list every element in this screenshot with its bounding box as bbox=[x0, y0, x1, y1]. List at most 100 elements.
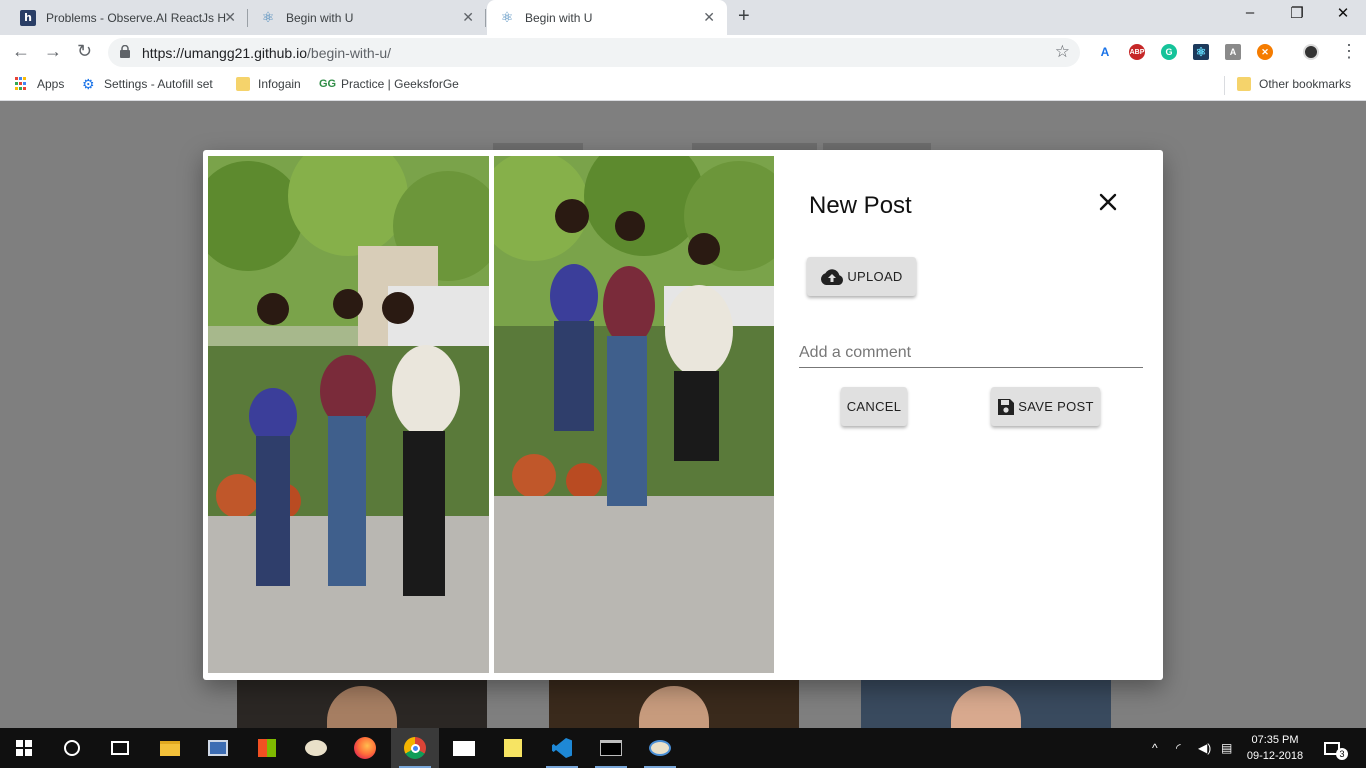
taskbar-vscode[interactable] bbox=[538, 728, 586, 768]
restore-button[interactable]: ❐ bbox=[1287, 4, 1307, 22]
terminal-icon bbox=[600, 740, 622, 756]
taskbar-paint-app[interactable] bbox=[636, 728, 684, 768]
grammarly-icon[interactable]: G bbox=[1161, 44, 1177, 60]
bookmark-label: Practice | GeeksforGe bbox=[341, 77, 459, 91]
vscode-icon bbox=[552, 738, 572, 758]
taskbar-store[interactable] bbox=[243, 728, 291, 768]
close-icon[interactable] bbox=[1098, 192, 1118, 212]
address-bar[interactable]: https://umangg21.github.io/begin-with-u/… bbox=[108, 38, 1080, 67]
close-tab-icon[interactable]: ✕ bbox=[224, 9, 236, 26]
reload-button[interactable]: ↻ bbox=[77, 41, 92, 62]
tab-observe-ai[interactable]: h Problems - Observe.AI ReactJs H ✕ bbox=[8, 0, 248, 35]
background-profile-card bbox=[861, 680, 1111, 728]
bookmark-star-icon[interactable]: ☆ bbox=[1055, 42, 1070, 62]
comment-input[interactable] bbox=[799, 338, 1143, 368]
bookmarks-bar: Apps ⚙ Settings - Autofill set Infogain … bbox=[0, 70, 1366, 101]
bookmark-label: Infogain bbox=[258, 77, 301, 91]
upload-label: UPLOAD bbox=[847, 269, 903, 284]
taskbar-sticky-notes[interactable] bbox=[489, 728, 537, 768]
close-tab-icon[interactable]: ✕ bbox=[462, 9, 474, 26]
bookmark-apps[interactable]: Apps bbox=[15, 77, 64, 91]
save-post-button[interactable]: SAVE POST bbox=[991, 387, 1100, 426]
apps-grid-icon bbox=[15, 77, 29, 91]
system-clock[interactable]: 07:35 PM 09-12-2018 bbox=[1240, 732, 1310, 764]
tab-begin-with-u[interactable]: ⚛ Begin with U ✕ bbox=[248, 0, 486, 35]
clock-date: 09-12-2018 bbox=[1246, 750, 1304, 762]
close-window-button[interactable]: ✕ bbox=[1333, 4, 1353, 22]
firefox-icon bbox=[354, 737, 376, 759]
volume-icon[interactable]: ◀) bbox=[1198, 728, 1211, 768]
folder-icon bbox=[236, 77, 250, 91]
search-button[interactable] bbox=[48, 728, 96, 768]
taskbar-app-remote[interactable] bbox=[194, 728, 242, 768]
background-profile-card bbox=[549, 680, 799, 728]
bookmark-label: Other bookmarks bbox=[1259, 77, 1352, 91]
tab-title: Begin with U bbox=[525, 10, 593, 25]
action-center-button[interactable]: 3 bbox=[1324, 728, 1348, 768]
profile-avatar[interactable] bbox=[1303, 44, 1319, 60]
url-text: https://umangg21.github.io/begin-with-u/ bbox=[142, 45, 391, 61]
upload-button[interactable]: UPLOAD bbox=[807, 257, 916, 296]
forward-button[interactable]: → bbox=[44, 41, 62, 62]
paint-brush-icon bbox=[649, 740, 671, 756]
tab-begin-with-u-active[interactable]: ⚛ Begin with U ✕ bbox=[487, 0, 727, 35]
chrome-icon bbox=[404, 737, 426, 759]
windows-taskbar: ^ ◜ ◀) ▤ 07:35 PM 09-12-2018 3 bbox=[0, 728, 1366, 768]
angular-icon[interactable]: A bbox=[1225, 44, 1241, 60]
cancel-button[interactable]: CANCEL bbox=[841, 387, 907, 426]
windows-logo-icon bbox=[16, 740, 32, 756]
bookmark-settings-autofill[interactable]: ⚙ Settings - Autofill set bbox=[82, 77, 222, 91]
background-profile-card bbox=[237, 680, 487, 728]
close-tab-icon[interactable]: ✕ bbox=[703, 9, 715, 26]
save-post-label: SAVE POST bbox=[1018, 399, 1094, 414]
clock-time: 07:35 PM bbox=[1251, 734, 1299, 746]
new-tab-button[interactable]: + bbox=[738, 5, 750, 28]
bookmark-geeksforgeeks[interactable]: GG Practice | GeeksforGe bbox=[319, 77, 459, 91]
react-icon: ⚛ bbox=[500, 9, 514, 25]
bookmark-other[interactable]: Other bookmarks bbox=[1237, 77, 1351, 91]
extension-orange-icon[interactable]: ✕ bbox=[1257, 44, 1273, 60]
bookmark-infogain[interactable]: Infogain bbox=[236, 77, 301, 91]
bookmark-label: Apps bbox=[37, 77, 65, 91]
monitor-icon bbox=[208, 740, 228, 756]
store-bag-icon bbox=[258, 739, 276, 757]
post-photo-jumping bbox=[494, 156, 774, 673]
search-circle-icon bbox=[64, 740, 80, 756]
tab-title: Problems - Observe.AI ReactJs H bbox=[46, 10, 227, 25]
minimize-button[interactable]: – bbox=[1240, 4, 1260, 21]
taskbar-paint[interactable] bbox=[292, 728, 340, 768]
back-button[interactable]: ← bbox=[12, 41, 30, 62]
browser-toolbar: ← → ↻ https://umangg21.github.io/begin-w… bbox=[0, 35, 1366, 70]
page-backdrop: New Post UPLOAD CANCEL SAVE POST bbox=[0, 101, 1366, 728]
gear-icon: ⚙ bbox=[82, 77, 95, 91]
chrome-center-dot bbox=[410, 743, 420, 753]
windows-start-button[interactable] bbox=[0, 728, 48, 768]
new-post-dialog: New Post UPLOAD CANCEL SAVE POST bbox=[203, 150, 1163, 680]
taskbar-file-explorer[interactable] bbox=[146, 728, 194, 768]
adblock-plus-icon[interactable]: ABP bbox=[1129, 44, 1145, 60]
language-icon[interactable]: ▤ bbox=[1221, 728, 1232, 768]
dialog-title: New Post bbox=[809, 192, 912, 219]
cancel-label: CANCEL bbox=[846, 399, 902, 414]
taskbar-terminal[interactable] bbox=[587, 728, 635, 768]
save-floppy-icon bbox=[998, 398, 1015, 415]
sticky-note-icon bbox=[504, 739, 522, 757]
tab-title: Begin with U bbox=[286, 10, 354, 25]
react-devtools-icon[interactable]: ⚛ bbox=[1193, 44, 1209, 60]
bookmarks-divider bbox=[1224, 76, 1225, 95]
url-host: https://umangg21.github.io bbox=[142, 45, 308, 61]
bookmark-label: Settings - Autofill set bbox=[104, 77, 213, 91]
notification-count-badge: 3 bbox=[1336, 748, 1348, 760]
extension-a-icon[interactable]: A bbox=[1097, 44, 1113, 60]
mail-envelope-icon bbox=[453, 740, 475, 756]
taskbar-mail[interactable] bbox=[440, 728, 488, 768]
show-hidden-icons-button[interactable]: ^ bbox=[1152, 728, 1158, 768]
geeksforgeeks-icon: GG bbox=[319, 78, 337, 90]
wifi-icon[interactable]: ◜ bbox=[1176, 728, 1181, 768]
taskbar-chrome[interactable] bbox=[391, 728, 439, 768]
taskbar-firefox[interactable] bbox=[341, 728, 389, 768]
lock-icon bbox=[120, 45, 130, 58]
chrome-menu-icon[interactable]: ⋮ bbox=[1340, 41, 1358, 62]
task-view-button[interactable] bbox=[96, 728, 144, 768]
cloud-upload-icon bbox=[821, 268, 844, 285]
